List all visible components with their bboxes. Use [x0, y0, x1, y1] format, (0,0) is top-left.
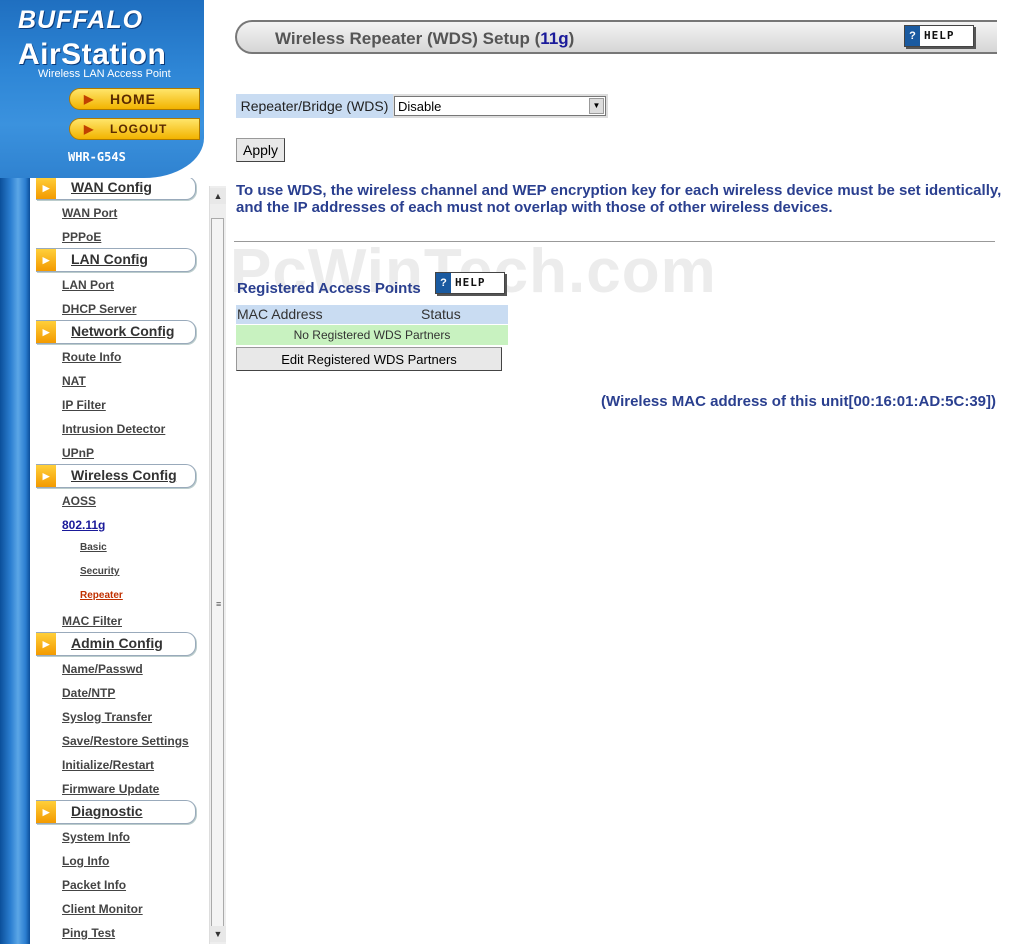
model-name: WHR-G54S [68, 150, 126, 164]
arrow-right-icon: ▸ [36, 178, 56, 199]
grip-icon: ≡ [216, 599, 222, 609]
logout-button-label: LOGOUT [110, 122, 168, 136]
wds-label: Repeater/Bridge (WDS) [236, 94, 393, 118]
brand-banner: BUFFALO AirStation Wireless LAN Access P… [0, 0, 204, 178]
home-button-label: HOME [110, 91, 156, 107]
left-frame: BUFFALO AirStation Wireless LAN Access P… [0, 0, 226, 944]
sidebar-subitem-security[interactable]: Security [80, 566, 119, 577]
page-title: Wireless Repeater (WDS) Setup (11g) [275, 29, 574, 49]
help-button-label: HELP [455, 276, 486, 289]
sidebar-item-upnp[interactable]: UPnP [62, 446, 94, 460]
column-header-status: Status [421, 306, 461, 322]
sidebar-section-admin-config[interactable]: ▸ Admin Config [36, 632, 196, 656]
sidebar-item-firmware-update[interactable]: Firmware Update [62, 782, 159, 796]
wds-setting-row: Repeater/Bridge (WDS) Disable ▼ [236, 94, 608, 118]
sidebar-section-network-config[interactable]: ▸ Network Config [36, 320, 196, 344]
product-subtitle: Wireless LAN Access Point [38, 68, 171, 80]
arrow-right-icon: ▸ [36, 249, 56, 271]
sidebar-section-wireless-config[interactable]: ▸ Wireless Config [36, 464, 196, 488]
sidebar-section-lan-config[interactable]: ▸ LAN Config [36, 248, 196, 272]
main-frame: Wireless Repeater (WDS) Setup (11g) ? HE… [226, 0, 1022, 944]
sidebar-item-system-info[interactable]: System Info [62, 830, 130, 844]
sidebar-item-initialize-restart[interactable]: Initialize/Restart [62, 758, 154, 772]
sidebar-scrollbar[interactable]: ▲ ≡ ▼ [209, 186, 226, 944]
sidebar-item-wan-port[interactable]: WAN Port [62, 206, 117, 220]
sidebar-subitem-basic[interactable]: Basic [80, 542, 107, 553]
sidebar-item-save-restore[interactable]: Save/Restore Settings [62, 734, 189, 748]
wds-mode-select[interactable]: Disable ▼ [394, 96, 606, 116]
sidebar-item-nat[interactable]: NAT [62, 374, 86, 388]
sidebar-section-diagnostic[interactable]: ▸ Diagnostic [36, 800, 196, 824]
sidebar-item-name-passwd[interactable]: Name/Passwd [62, 662, 143, 676]
sidebar-section-label: Wireless Config [71, 467, 177, 483]
question-icon: ? [905, 26, 920, 46]
sidebar-item-ping-test[interactable]: Ping Test [62, 926, 115, 940]
column-header-mac: MAC Address [237, 306, 323, 322]
chevron-down-icon[interactable]: ▼ [589, 98, 604, 114]
registered-ap-table-header: MAC Address Status [236, 305, 508, 324]
help-button[interactable]: ? HELP [904, 25, 974, 47]
sidebar-section-label: Admin Config [71, 635, 163, 651]
arrow-right-icon: ▶ [84, 92, 94, 106]
sidebar-section-label: Network Config [71, 323, 175, 339]
sidebar-section-label: WAN Config [71, 179, 152, 195]
apply-button[interactable]: Apply [236, 138, 285, 162]
sidebar-item-dhcp-server[interactable]: DHCP Server [62, 302, 136, 316]
sidebar-item-syslog-transfer[interactable]: Syslog Transfer [62, 710, 152, 724]
brand-logo: BUFFALO [18, 6, 144, 34]
sidebar-item-route-info[interactable]: Route Info [62, 350, 121, 364]
sidebar-item-lan-port[interactable]: LAN Port [62, 278, 114, 292]
registered-ap-help-button[interactable]: ? HELP [435, 272, 505, 294]
page-title-band: 11g [540, 29, 569, 48]
sidebar-item-pppoe[interactable]: PPPoE [62, 230, 101, 244]
arrow-right-icon: ▶ [84, 122, 94, 136]
sidebar-section-label: LAN Config [71, 251, 148, 267]
page-title-bar: Wireless Repeater (WDS) Setup (11g) [235, 20, 997, 54]
sidebar-item-date-ntp[interactable]: Date/NTP [62, 686, 115, 700]
registered-ap-title: Registered Access Points [237, 280, 421, 297]
scroll-down-icon[interactable]: ▼ [210, 926, 226, 942]
sidebar-item-log-info[interactable]: Log Info [62, 854, 109, 868]
arrow-right-icon: ▸ [36, 633, 56, 655]
page-title-suffix: ) [568, 29, 575, 48]
help-button-label: HELP [924, 29, 955, 42]
question-icon: ? [436, 273, 451, 293]
home-button[interactable]: ▶ HOME [69, 88, 200, 110]
sidebar-subitem-repeater[interactable]: Repeater [80, 590, 123, 601]
sidebar-item-mac-filter[interactable]: MAC Filter [62, 614, 122, 628]
sidebar-nav: ▸ WAN Config WAN Port PPPoE ▸ LAN Config… [0, 178, 208, 944]
sidebar-item-ip-filter[interactable]: IP Filter [62, 398, 106, 412]
sidebar-item-802-11g[interactable]: 802.11g [62, 518, 105, 532]
arrow-right-icon: ▸ [36, 465, 56, 487]
arrow-right-icon: ▸ [36, 801, 56, 823]
sidebar-section-wan-config[interactable]: ▸ WAN Config [36, 178, 196, 200]
logout-button[interactable]: ▶ LOGOUT [69, 118, 200, 140]
scrollbar-thumb[interactable]: ≡ [211, 218, 224, 928]
table-row: No Registered WDS Partners [236, 325, 508, 345]
edit-wds-partners-button[interactable]: Edit Registered WDS Partners [236, 347, 502, 371]
sidebar-item-aoss[interactable]: AOSS [62, 494, 96, 508]
sidebar-item-client-monitor[interactable]: Client Monitor [62, 902, 143, 916]
unit-mac-address: (Wireless MAC address of this unit[00:16… [601, 393, 996, 410]
sidebar-item-intrusion-detector[interactable]: Intrusion Detector [62, 422, 165, 436]
wds-mode-value: Disable [398, 99, 442, 114]
product-logo: AirStation [18, 38, 167, 71]
scroll-up-icon[interactable]: ▲ [210, 188, 226, 204]
page-title-prefix: Wireless Repeater (WDS) Setup ( [275, 29, 541, 48]
arrow-right-icon: ▸ [36, 321, 56, 343]
sidebar-item-packet-info[interactable]: Packet Info [62, 878, 126, 892]
wds-instructions: To use WDS, the wireless channel and WEP… [236, 182, 1002, 216]
sidebar-section-label: Diagnostic [71, 803, 143, 819]
